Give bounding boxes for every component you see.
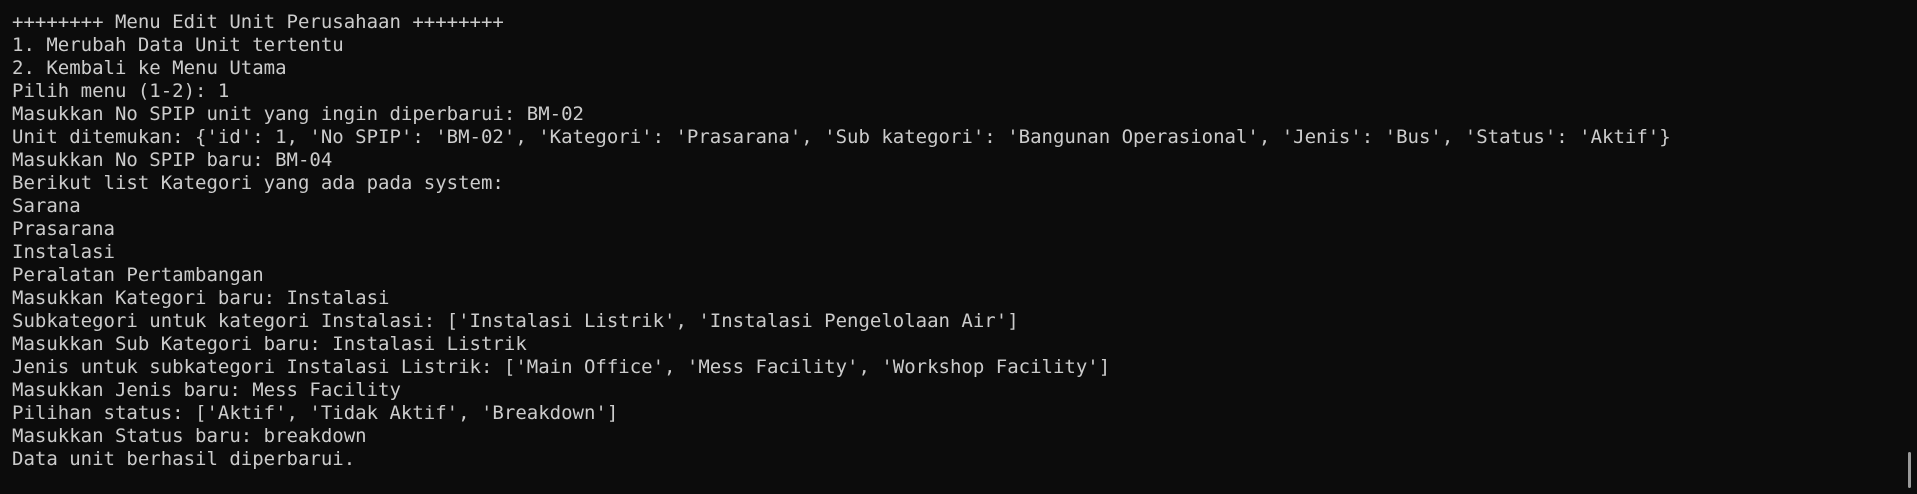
unit-found-line: Unit ditemukan: {'id': 1, 'No SPIP': 'BM… <box>12 126 1671 148</box>
menu-choice-line: Pilih menu (1-2): 1 <box>12 80 230 102</box>
menu-option-2-line: 2. Kembali ke Menu Utama <box>12 57 287 79</box>
scrollbar-thumb[interactable] <box>1908 452 1911 488</box>
category-item-line: Prasarana <box>12 218 115 240</box>
new-status-line: Masukkan Status baru: breakdown <box>12 425 367 447</box>
new-spip-line: Masukkan No SPIP baru: BM-04 <box>12 149 333 171</box>
terminal-window[interactable]: ++++++++ Menu Edit Unit Perusahaan +++++… <box>0 0 1917 494</box>
category-list-header-line: Berikut list Kategori yang ada pada syst… <box>12 172 504 194</box>
spip-search-line: Masukkan No SPIP unit yang ingin diperba… <box>12 103 584 125</box>
new-subcategory-line: Masukkan Sub Kategori baru: Instalasi Li… <box>12 333 527 355</box>
category-item-line: Instalasi <box>12 241 115 263</box>
subcategory-options-line: Subkategori untuk kategori Instalasi: ['… <box>12 310 1019 332</box>
status-options-line: Pilihan status: ['Aktif', 'Tidak Aktif',… <box>12 402 619 424</box>
menu-option-1-line: 1. Merubah Data Unit tertentu <box>12 34 344 56</box>
new-type-line: Masukkan Jenis baru: Mess Facility <box>12 379 401 401</box>
menu-header-line: ++++++++ Menu Edit Unit Perusahaan +++++… <box>12 11 504 33</box>
success-message-line: Data unit berhasil diperbarui. <box>12 448 356 470</box>
type-options-line: Jenis untuk subkategori Instalasi Listri… <box>12 356 1111 378</box>
new-category-line: Masukkan Kategori baru: Instalasi <box>12 287 390 309</box>
category-item-line: Sarana <box>12 195 81 217</box>
category-item-line: Peralatan Pertambangan <box>12 264 264 286</box>
